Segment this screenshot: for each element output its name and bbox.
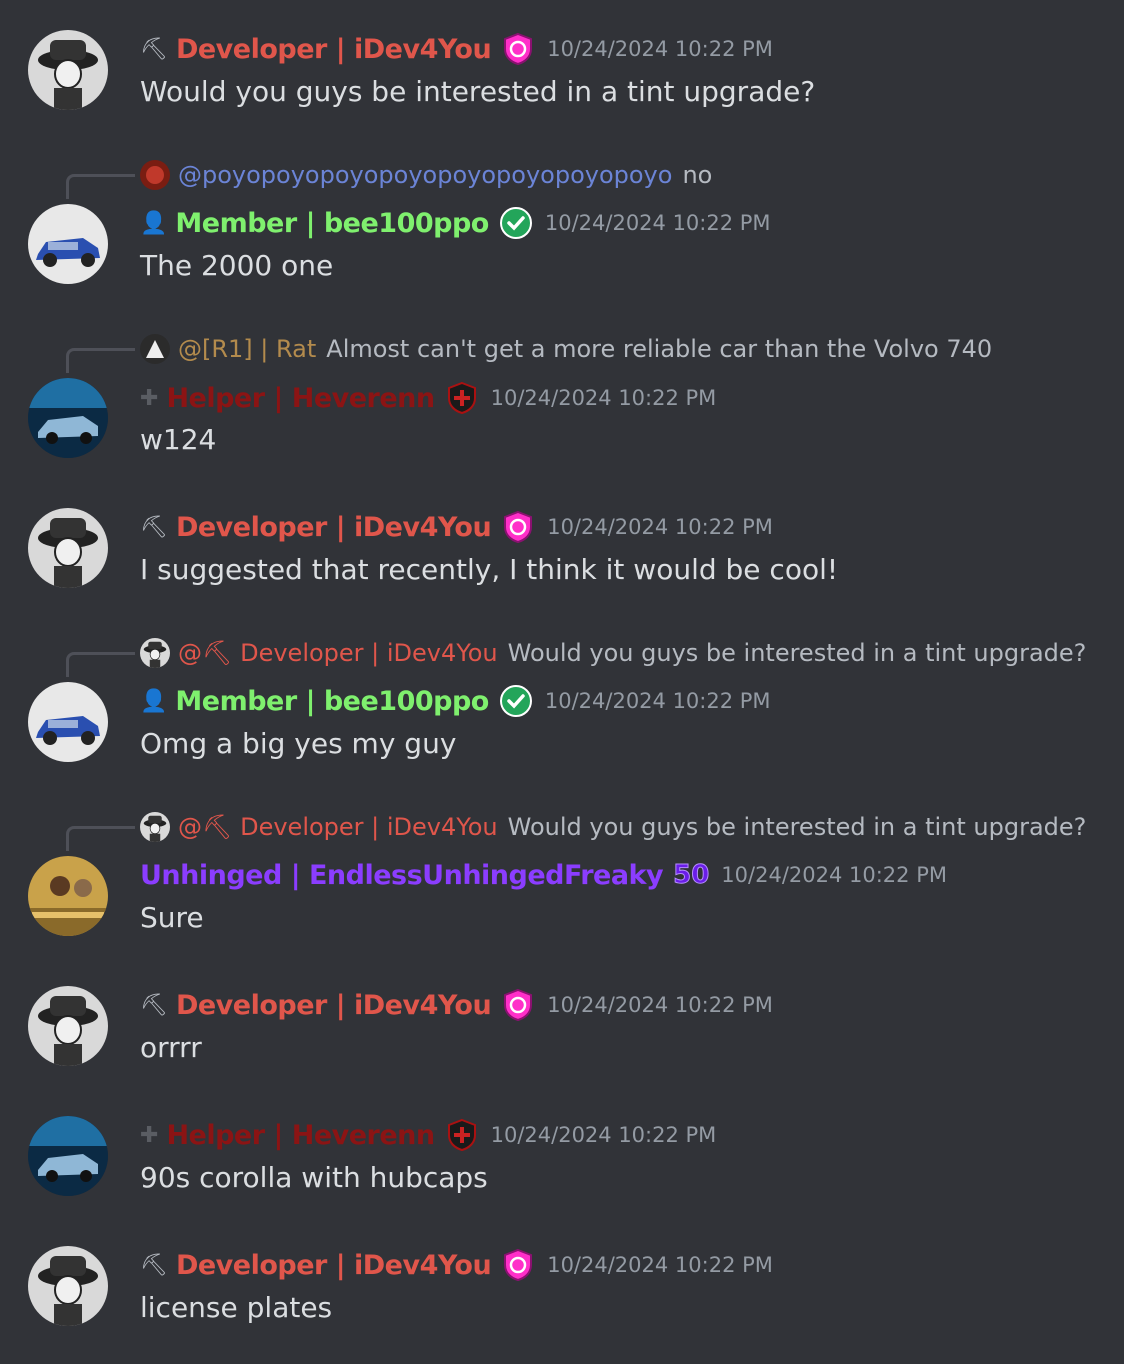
avatar	[140, 334, 170, 364]
username[interactable]: Developer | iDev4You	[176, 34, 492, 65]
message-header: 👤 Member | bee100ppo 10/24/2024 10:22 PM	[140, 683, 771, 719]
message-text: license plates	[140, 1291, 333, 1324]
avatar	[140, 812, 170, 842]
shield-icon	[501, 32, 535, 66]
reply-connector	[66, 826, 135, 851]
avatar[interactable]	[28, 204, 108, 284]
username[interactable]: Developer | iDev4You	[176, 512, 492, 543]
timestamp: 10/24/2024 10:22 PM	[544, 211, 771, 235]
reply-author[interactable]: @⛏ Developer | iDev4You	[178, 639, 498, 667]
hammer-icon: ⛏	[140, 514, 168, 540]
username[interactable]: Helper | Heverenn	[166, 383, 435, 414]
reply-author[interactable]: @[R1] | Rat	[178, 335, 316, 363]
username[interactable]: Member | bee100ppo	[175, 208, 489, 239]
message-header: ⛏ Developer | iDev4You 10/24/2024 10:22 …	[140, 987, 773, 1023]
plus-icon: ✚	[140, 385, 159, 411]
avatar[interactable]	[28, 1246, 108, 1326]
shield-icon	[501, 1248, 535, 1282]
timestamp: 10/24/2024 10:22 PM	[547, 37, 773, 61]
timestamp: 10/24/2024 10:22 PM	[544, 689, 771, 713]
username[interactable]: Member | bee100ppo	[175, 686, 489, 717]
avatar[interactable]	[28, 378, 108, 458]
reply-connector	[66, 348, 135, 373]
reply-text: no	[682, 161, 713, 189]
level-badge: 50	[673, 860, 710, 891]
timestamp: 10/24/2024 10:22 PM	[547, 993, 773, 1017]
reply-text: Almost can't get a more reliable car tha…	[326, 335, 993, 363]
hammer-icon: ⛏	[140, 992, 168, 1018]
message-header: 👤 Member | bee100ppo 10/24/2024 10:22 PM	[140, 205, 771, 241]
person-icon: 👤	[140, 688, 168, 714]
shield-icon	[445, 1118, 479, 1152]
username[interactable]: Helper | Heverenn	[166, 1120, 435, 1151]
message-text: 90s corolla with hubcaps	[140, 1161, 488, 1194]
timestamp: 10/24/2024 10:22 PM	[721, 863, 947, 887]
reply-connector	[66, 174, 135, 199]
avatar[interactable]	[28, 30, 108, 110]
username[interactable]: Developer | iDev4You	[176, 1250, 492, 1281]
shield-icon	[501, 510, 535, 544]
message-header: ✚ Helper | Heverenn 10/24/2024 10:22 PM	[140, 380, 716, 416]
check-icon	[499, 206, 533, 240]
check-icon	[499, 684, 533, 718]
avatar	[140, 638, 170, 668]
reply-author[interactable]: @poyopoyopoyopoyopoyopoyopoyopoyo	[178, 161, 672, 189]
plus-icon: ✚	[140, 1122, 159, 1148]
username[interactable]: Developer | iDev4You	[176, 990, 492, 1021]
reply-preview[interactable]: @[R1] | Rat Almost can't get a more reli…	[140, 334, 992, 364]
message-header: Unhinged | EndlessUnhingedFreaky 50 10/2…	[140, 857, 947, 893]
avatar[interactable]	[28, 508, 108, 588]
reply-text: Would you guys be interested in a tint u…	[507, 813, 1087, 841]
message-header: ⛏ Developer | iDev4You 10/24/2024 10:22 …	[140, 31, 773, 67]
message-text: I suggested that recently, I think it wo…	[140, 553, 839, 586]
timestamp: 10/24/2024 10:22 PM	[490, 1123, 717, 1147]
avatar	[140, 160, 170, 190]
reply-author[interactable]: @⛏ Developer | iDev4You	[178, 813, 498, 841]
message-text: orrrr	[140, 1031, 202, 1064]
avatar[interactable]	[28, 986, 108, 1066]
avatar[interactable]	[28, 682, 108, 762]
message-text: w124	[140, 423, 217, 456]
reply-text: Would you guys be interested in a tint u…	[507, 639, 1087, 667]
timestamp: 10/24/2024 10:22 PM	[547, 515, 773, 539]
shield-icon	[445, 381, 479, 415]
timestamp: 10/24/2024 10:22 PM	[547, 1253, 773, 1277]
message-text: Omg a big yes my guy	[140, 727, 457, 760]
message-text: Would you guys be interested in a tint u…	[140, 75, 816, 108]
message-text: The 2000 one	[140, 249, 334, 282]
message-header: ✚ Helper | Heverenn 10/24/2024 10:22 PM	[140, 1117, 716, 1153]
username[interactable]: Unhinged | EndlessUnhingedFreaky	[140, 860, 664, 891]
avatar[interactable]	[28, 856, 108, 936]
person-icon: 👤	[140, 210, 168, 236]
reply-preview[interactable]: @poyopoyopoyopoyopoyopoyopoyopoyo no	[140, 160, 712, 190]
shield-icon	[501, 988, 535, 1022]
avatar[interactable]	[28, 1116, 108, 1196]
hammer-icon: ⛏	[140, 36, 168, 62]
timestamp: 10/24/2024 10:22 PM	[490, 386, 717, 410]
reply-preview[interactable]: @⛏ Developer | iDev4You Would you guys b…	[140, 638, 1086, 668]
hammer-icon: ⛏	[140, 1252, 168, 1278]
message-header: ⛏ Developer | iDev4You 10/24/2024 10:22 …	[140, 1247, 773, 1283]
reply-connector	[66, 652, 135, 677]
message-header: ⛏ Developer | iDev4You 10/24/2024 10:22 …	[140, 509, 773, 545]
message-text: Sure	[140, 901, 204, 934]
reply-preview[interactable]: @⛏ Developer | iDev4You Would you guys b…	[140, 812, 1086, 842]
